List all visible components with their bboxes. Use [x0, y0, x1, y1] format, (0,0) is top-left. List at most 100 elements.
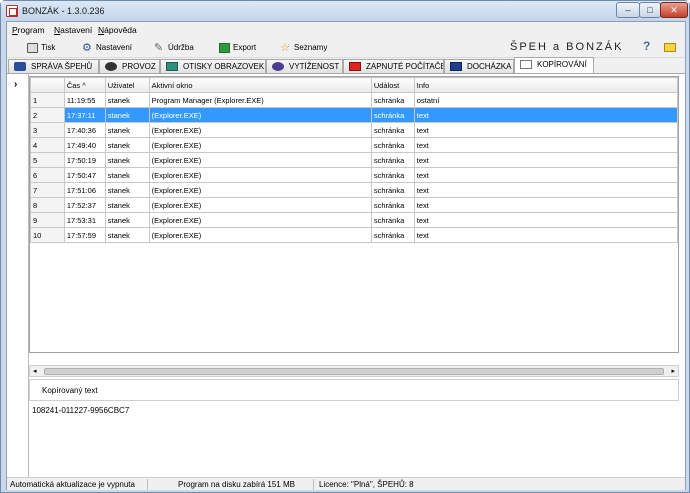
tab-label: ZAPNUTÉ POČÍTAČE	[366, 62, 444, 71]
settings-label: Nastavení	[96, 43, 133, 52]
print-label: Tisk	[41, 43, 56, 52]
maximize-button[interactable]: □	[639, 2, 661, 18]
scroll-right-icon[interactable]: ▸	[671, 367, 675, 375]
table-row[interactable]: 8 17:52:37 stanek (Explorer.EXE) schránka tex…	[30, 197, 679, 213]
cell-event: schránka	[370, 122, 415, 138]
table-row[interactable]: 4 17:49:40 stanek (Explorer.EXE) schránka tex…	[30, 137, 679, 153]
client-area: Program Nastavení Nápověda Tisk ⚙ Nastav…	[6, 21, 686, 490]
tab-load[interactable]: VYTÍŽENOST	[266, 59, 343, 73]
calendar-icon	[450, 62, 462, 71]
col-header-time[interactable]: Čas ^	[63, 77, 106, 93]
menu-program[interactable]: Program	[12, 25, 45, 35]
brand-title: ŠPEH a BONZÁK	[510, 41, 624, 53]
menu-help[interactable]: Nápověda	[98, 25, 137, 35]
status-license: Licence: "Plná", ŠPEHŮ: 8	[319, 480, 414, 489]
header-row: Čas ^ Uživatel Aktivní okno Událost Info	[30, 77, 679, 93]
export-label: Export	[233, 43, 257, 52]
export-icon	[219, 43, 230, 53]
scroll-left-icon[interactable]: ◂	[33, 367, 37, 375]
spy-icon	[14, 62, 26, 71]
table-row[interactable]: 6 17:50:47 stanek (Explorer.EXE) schránka tex…	[30, 167, 679, 183]
copied-text-value[interactable]: 108241-011227-9956CBC7	[32, 406, 129, 415]
lists-button[interactable]: ☆ Seznamy	[280, 41, 327, 55]
table-row[interactable]: 5 17:50:19 stanek (Explorer.EXE) schránka tex…	[30, 152, 679, 168]
cell-user: stanek	[104, 137, 150, 153]
tab-label: OTISKY OBRAZOVEK	[183, 62, 265, 71]
cell-active-window: (Explorer.EXE)	[148, 107, 372, 123]
maintenance-label: Údržba	[168, 43, 194, 52]
cell-event: schránka	[370, 197, 415, 213]
cell-time: 17:50:47	[63, 167, 106, 183]
table-row[interactable]: 1 11:19:55 stanek Program Manager (Explorer…	[30, 92, 679, 108]
cell-info: text	[413, 182, 679, 198]
cell-info: text	[413, 167, 679, 183]
col-header-info[interactable]: Info	[413, 77, 679, 93]
row-number: 9	[30, 212, 65, 228]
cell-user: stanek	[104, 212, 150, 228]
table-row[interactable]: 2 17:37:11 stanek (Explorer.EXE) schránka tex…	[30, 107, 679, 123]
settings-button[interactable]: ⚙ Nastavení	[82, 41, 132, 55]
tab-strip: SPRÁVA ŠPEHŮ PROVOZ OTISKY OBRAZOVEK VYT…	[7, 57, 685, 73]
cell-active-window: (Explorer.EXE)	[148, 167, 372, 183]
settings-icon: ⚙	[82, 42, 92, 54]
tab-spy-management[interactable]: SPRÁVA ŠPEHŮ	[8, 59, 99, 73]
cell-user: stanek	[104, 197, 150, 213]
maintenance-button[interactable]: ✎ Údržba	[154, 41, 194, 55]
cell-active-window: (Explorer.EXE)	[148, 122, 372, 138]
cell-active-window: (Explorer.EXE)	[148, 227, 372, 243]
horizontal-scrollbar[interactable]: ◂ ▸	[29, 365, 679, 377]
cell-user: stanek	[104, 122, 150, 138]
copy-icon	[520, 60, 532, 69]
col-header-user[interactable]: Uživatel	[104, 77, 150, 93]
cell-time: 17:49:40	[63, 137, 106, 153]
cell-active-window: (Explorer.EXE)	[148, 212, 372, 228]
status-disk: Program na disku zabírá 151 MB	[178, 480, 295, 489]
tab-label: SPRÁVA ŠPEHŮ	[31, 62, 93, 71]
cell-event: schránka	[370, 107, 415, 123]
load-icon	[272, 62, 284, 71]
cell-user: stanek	[104, 152, 150, 168]
row-number: 2	[30, 107, 65, 123]
lists-label: Seznamy	[294, 43, 328, 52]
tab-running-computers[interactable]: ZAPNUTÉ POČÍTAČE	[343, 59, 444, 73]
table-row[interactable]: 10 17:57:59 stanek (Explorer.EXE) schránka te…	[30, 227, 679, 243]
status-divider	[147, 479, 148, 490]
tab-copying[interactable]: KOPÍROVÁNÍ	[514, 57, 594, 73]
status-updates: Automatická aktualizace je vypnuta	[10, 480, 135, 489]
app-icon[interactable]	[6, 5, 18, 17]
toolbar: Tisk ⚙ Nastavení ✎ Údržba Export ☆ Sezna…	[7, 38, 685, 58]
table-row[interactable]: 3 17:40:36 stanek (Explorer.EXE) schránka tex…	[30, 122, 679, 138]
cell-info: text	[413, 227, 679, 243]
tab-operation[interactable]: PROVOZ	[99, 59, 160, 73]
close-button[interactable]: ✕	[660, 2, 688, 18]
minimize-button[interactable]: ‒	[616, 2, 640, 18]
current-record-icon: ›	[14, 79, 18, 90]
help-icon[interactable]: ?	[643, 39, 650, 53]
tab-label: KOPÍROVÁNÍ	[537, 60, 587, 69]
cell-time: 17:51:06	[63, 182, 106, 198]
table-row[interactable]: 7 17:51:06 stanek (Explorer.EXE) schránka tex…	[30, 182, 679, 198]
scroll-thumb[interactable]	[44, 368, 664, 375]
title-bar[interactable]: BONZÁK - 1.3.0.236 ‒ □ ✕	[1, 1, 689, 21]
table-row[interactable]: 9 17:53:31 stanek (Explorer.EXE) schránka tex…	[30, 212, 679, 228]
print-button[interactable]: Tisk	[27, 41, 55, 55]
copy-log-grid[interactable]: Čas ^ Uživatel Aktivní okno Událost Info…	[29, 76, 679, 353]
printer-icon	[27, 43, 38, 53]
col-header-number[interactable]	[30, 77, 65, 93]
cell-time: 17:40:36	[63, 122, 106, 138]
col-header-active-window[interactable]: Aktivní okno	[148, 77, 372, 93]
status-divider	[313, 479, 314, 490]
cell-event: schránka	[370, 152, 415, 168]
row-number: 10	[30, 227, 65, 243]
export-button[interactable]: Export	[219, 41, 256, 55]
tab-screenshots[interactable]: OTISKY OBRAZOVEK	[160, 59, 266, 73]
row-number: 8	[30, 197, 65, 213]
cell-time: 17:57:59	[63, 227, 106, 243]
menu-settings[interactable]: Nastavení	[54, 25, 92, 35]
col-header-event[interactable]: Událost	[370, 77, 415, 93]
mail-icon[interactable]	[664, 43, 676, 52]
tab-attendance[interactable]: DOCHÁZKA	[444, 59, 514, 73]
cell-user: stanek	[104, 107, 150, 123]
row-number: 1	[30, 92, 65, 108]
cell-event: schránka	[370, 182, 415, 198]
